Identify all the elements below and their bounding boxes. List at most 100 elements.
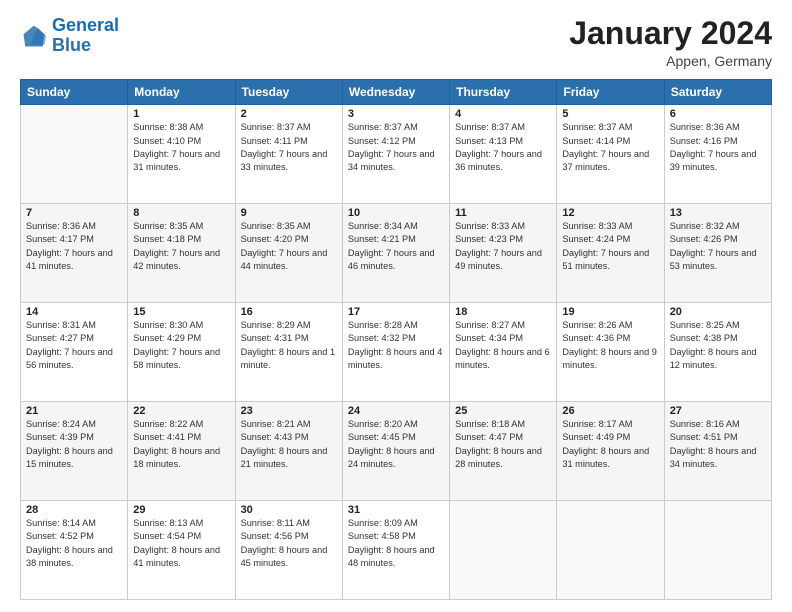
day-number: 1	[133, 108, 229, 120]
calendar-cell: 17Sunrise: 8:28 AMSunset: 4:32 PMDayligh…	[342, 303, 449, 402]
calendar-day-header: Sunday	[21, 80, 128, 105]
calendar-cell: 5Sunrise: 8:37 AMSunset: 4:14 PMDaylight…	[557, 105, 664, 204]
calendar-week-row: 1Sunrise: 8:38 AMSunset: 4:10 PMDaylight…	[21, 105, 772, 204]
calendar-cell: 1Sunrise: 8:38 AMSunset: 4:10 PMDaylight…	[128, 105, 235, 204]
day-number: 7	[26, 207, 122, 219]
cell-info: Sunrise: 8:29 AMSunset: 4:31 PMDaylight:…	[241, 319, 337, 372]
day-number: 4	[455, 108, 551, 120]
logo: General Blue	[20, 16, 119, 56]
cell-info: Sunrise: 8:11 AMSunset: 4:56 PMDaylight:…	[241, 517, 337, 570]
cell-info: Sunrise: 8:35 AMSunset: 4:20 PMDaylight:…	[241, 220, 337, 273]
location: Appen, Germany	[569, 53, 772, 69]
day-number: 24	[348, 405, 444, 417]
cell-info: Sunrise: 8:31 AMSunset: 4:27 PMDaylight:…	[26, 319, 122, 372]
day-number: 20	[670, 306, 766, 318]
day-number: 6	[670, 108, 766, 120]
calendar-day-header: Saturday	[664, 80, 771, 105]
calendar-cell: 27Sunrise: 8:16 AMSunset: 4:51 PMDayligh…	[664, 402, 771, 501]
logo-line2: Blue	[52, 36, 119, 56]
calendar-cell: 10Sunrise: 8:34 AMSunset: 4:21 PMDayligh…	[342, 204, 449, 303]
cell-info: Sunrise: 8:22 AMSunset: 4:41 PMDaylight:…	[133, 418, 229, 471]
calendar-cell: 26Sunrise: 8:17 AMSunset: 4:49 PMDayligh…	[557, 402, 664, 501]
calendar-cell: 12Sunrise: 8:33 AMSunset: 4:24 PMDayligh…	[557, 204, 664, 303]
cell-info: Sunrise: 8:33 AMSunset: 4:23 PMDaylight:…	[455, 220, 551, 273]
cell-info: Sunrise: 8:20 AMSunset: 4:45 PMDaylight:…	[348, 418, 444, 471]
calendar-cell: 16Sunrise: 8:29 AMSunset: 4:31 PMDayligh…	[235, 303, 342, 402]
day-number: 25	[455, 405, 551, 417]
calendar-day-header: Wednesday	[342, 80, 449, 105]
calendar-cell: 14Sunrise: 8:31 AMSunset: 4:27 PMDayligh…	[21, 303, 128, 402]
calendar-week-row: 14Sunrise: 8:31 AMSunset: 4:27 PMDayligh…	[21, 303, 772, 402]
calendar-cell: 19Sunrise: 8:26 AMSunset: 4:36 PMDayligh…	[557, 303, 664, 402]
calendar-cell: 18Sunrise: 8:27 AMSunset: 4:34 PMDayligh…	[450, 303, 557, 402]
calendar-cell	[664, 501, 771, 600]
calendar-cell: 15Sunrise: 8:30 AMSunset: 4:29 PMDayligh…	[128, 303, 235, 402]
cell-info: Sunrise: 8:36 AMSunset: 4:17 PMDaylight:…	[26, 220, 122, 273]
day-number: 10	[348, 207, 444, 219]
month-title: January 2024	[569, 16, 772, 51]
day-number: 31	[348, 504, 444, 516]
calendar-cell: 2Sunrise: 8:37 AMSunset: 4:11 PMDaylight…	[235, 105, 342, 204]
calendar-cell: 30Sunrise: 8:11 AMSunset: 4:56 PMDayligh…	[235, 501, 342, 600]
calendar-cell: 7Sunrise: 8:36 AMSunset: 4:17 PMDaylight…	[21, 204, 128, 303]
cell-info: Sunrise: 8:37 AMSunset: 4:13 PMDaylight:…	[455, 121, 551, 174]
cell-info: Sunrise: 8:13 AMSunset: 4:54 PMDaylight:…	[133, 517, 229, 570]
calendar-cell: 13Sunrise: 8:32 AMSunset: 4:26 PMDayligh…	[664, 204, 771, 303]
day-number: 11	[455, 207, 551, 219]
calendar-day-header: Friday	[557, 80, 664, 105]
calendar-day-header: Monday	[128, 80, 235, 105]
day-number: 29	[133, 504, 229, 516]
logo-icon	[20, 22, 48, 50]
cell-info: Sunrise: 8:28 AMSunset: 4:32 PMDaylight:…	[348, 319, 444, 372]
calendar-cell	[557, 501, 664, 600]
day-number: 18	[455, 306, 551, 318]
calendar-cell: 21Sunrise: 8:24 AMSunset: 4:39 PMDayligh…	[21, 402, 128, 501]
calendar-week-row: 28Sunrise: 8:14 AMSunset: 4:52 PMDayligh…	[21, 501, 772, 600]
day-number: 19	[562, 306, 658, 318]
cell-info: Sunrise: 8:32 AMSunset: 4:26 PMDaylight:…	[670, 220, 766, 273]
cell-info: Sunrise: 8:35 AMSunset: 4:18 PMDaylight:…	[133, 220, 229, 273]
calendar-cell: 28Sunrise: 8:14 AMSunset: 4:52 PMDayligh…	[21, 501, 128, 600]
calendar-cell: 29Sunrise: 8:13 AMSunset: 4:54 PMDayligh…	[128, 501, 235, 600]
cell-info: Sunrise: 8:21 AMSunset: 4:43 PMDaylight:…	[241, 418, 337, 471]
cell-info: Sunrise: 8:37 AMSunset: 4:12 PMDaylight:…	[348, 121, 444, 174]
cell-info: Sunrise: 8:37 AMSunset: 4:14 PMDaylight:…	[562, 121, 658, 174]
calendar-cell	[21, 105, 128, 204]
cell-info: Sunrise: 8:17 AMSunset: 4:49 PMDaylight:…	[562, 418, 658, 471]
day-number: 22	[133, 405, 229, 417]
calendar-cell: 8Sunrise: 8:35 AMSunset: 4:18 PMDaylight…	[128, 204, 235, 303]
cell-info: Sunrise: 8:34 AMSunset: 4:21 PMDaylight:…	[348, 220, 444, 273]
calendar-cell: 4Sunrise: 8:37 AMSunset: 4:13 PMDaylight…	[450, 105, 557, 204]
calendar-week-row: 7Sunrise: 8:36 AMSunset: 4:17 PMDaylight…	[21, 204, 772, 303]
calendar-cell	[450, 501, 557, 600]
cell-info: Sunrise: 8:33 AMSunset: 4:24 PMDaylight:…	[562, 220, 658, 273]
day-number: 17	[348, 306, 444, 318]
cell-info: Sunrise: 8:26 AMSunset: 4:36 PMDaylight:…	[562, 319, 658, 372]
cell-info: Sunrise: 8:30 AMSunset: 4:29 PMDaylight:…	[133, 319, 229, 372]
day-number: 14	[26, 306, 122, 318]
day-number: 28	[26, 504, 122, 516]
calendar-cell: 9Sunrise: 8:35 AMSunset: 4:20 PMDaylight…	[235, 204, 342, 303]
calendar-day-header: Thursday	[450, 80, 557, 105]
day-number: 30	[241, 504, 337, 516]
calendar-cell: 23Sunrise: 8:21 AMSunset: 4:43 PMDayligh…	[235, 402, 342, 501]
calendar-cell: 6Sunrise: 8:36 AMSunset: 4:16 PMDaylight…	[664, 105, 771, 204]
calendar-cell: 25Sunrise: 8:18 AMSunset: 4:47 PMDayligh…	[450, 402, 557, 501]
logo-text: General Blue	[52, 16, 119, 56]
calendar-header-row: SundayMondayTuesdayWednesdayThursdayFrid…	[21, 80, 772, 105]
calendar: SundayMondayTuesdayWednesdayThursdayFrid…	[20, 79, 772, 600]
day-number: 3	[348, 108, 444, 120]
logo-line1: General	[52, 15, 119, 35]
cell-info: Sunrise: 8:18 AMSunset: 4:47 PMDaylight:…	[455, 418, 551, 471]
cell-info: Sunrise: 8:27 AMSunset: 4:34 PMDaylight:…	[455, 319, 551, 372]
cell-info: Sunrise: 8:36 AMSunset: 4:16 PMDaylight:…	[670, 121, 766, 174]
calendar-cell: 3Sunrise: 8:37 AMSunset: 4:12 PMDaylight…	[342, 105, 449, 204]
day-number: 15	[133, 306, 229, 318]
calendar-cell: 11Sunrise: 8:33 AMSunset: 4:23 PMDayligh…	[450, 204, 557, 303]
day-number: 23	[241, 405, 337, 417]
calendar-cell: 22Sunrise: 8:22 AMSunset: 4:41 PMDayligh…	[128, 402, 235, 501]
header: General Blue January 2024 Appen, Germany	[20, 16, 772, 69]
cell-info: Sunrise: 8:09 AMSunset: 4:58 PMDaylight:…	[348, 517, 444, 570]
calendar-cell: 31Sunrise: 8:09 AMSunset: 4:58 PMDayligh…	[342, 501, 449, 600]
day-number: 5	[562, 108, 658, 120]
